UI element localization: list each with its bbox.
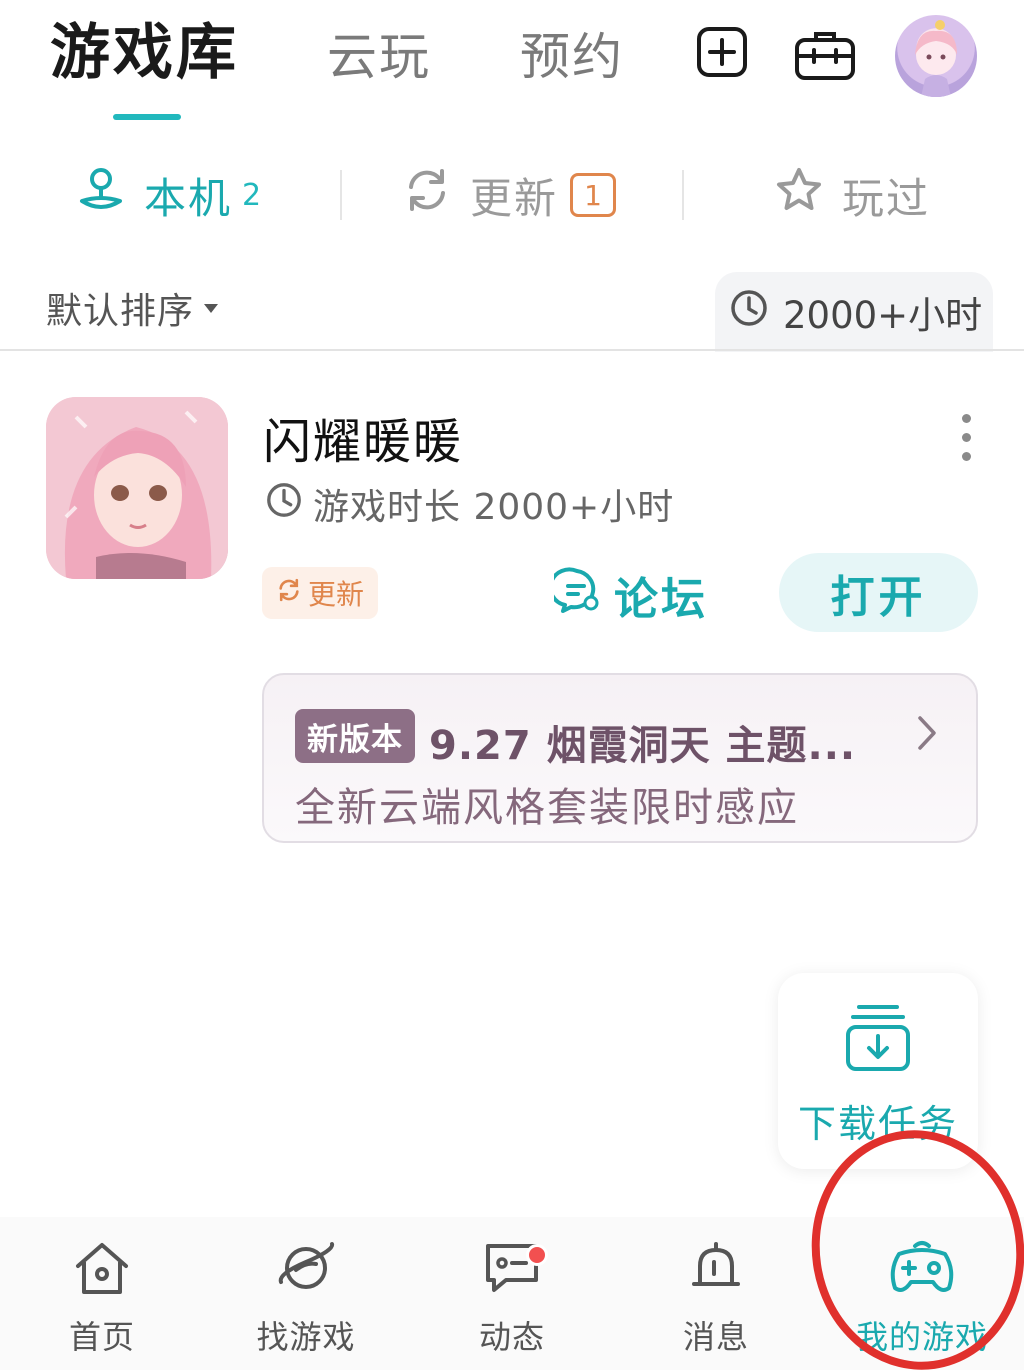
- segment-played-label: 玩过: [842, 173, 931, 223]
- chevron-right-icon: [916, 715, 938, 755]
- local-count: 2: [242, 177, 262, 213]
- segment-played[interactable]: 玩过: [774, 165, 930, 225]
- sort-dropdown[interactable]: 默认排序: [46, 282, 219, 334]
- tab-game-library[interactable]: 游戏库: [50, 18, 239, 88]
- caret-down-icon: [204, 303, 219, 313]
- divider: [682, 170, 684, 220]
- divider: [340, 170, 342, 220]
- refresh-icon: [276, 577, 302, 610]
- update-tag-label: 更新: [307, 578, 364, 611]
- news-title: 9.27 烟霞洞天 主题...: [429, 723, 857, 769]
- tab-cloud-play[interactable]: 云玩: [327, 22, 431, 92]
- news-card[interactable]: 新版本 9.27 烟霞洞天 主题... 全新云端风格套装限时感应: [262, 673, 978, 843]
- update-count-badge: 1: [570, 173, 617, 217]
- bell-icon: [692, 1242, 740, 1286]
- divider: [0, 349, 1024, 351]
- segment-update[interactable]: 更新 1: [402, 165, 617, 225]
- nav-my-games[interactable]: 我的游戏: [842, 1240, 1002, 1358]
- game-title[interactable]: 闪耀暖暖: [263, 402, 463, 472]
- download-task-button[interactable]: 下载任务: [778, 973, 978, 1169]
- nav-find-games-label: 找游戏: [256, 1318, 356, 1356]
- news-tag: 新版本: [295, 709, 415, 763]
- chat-icon: [548, 566, 600, 624]
- nav-messages[interactable]: 消息: [636, 1240, 796, 1358]
- game-icon[interactable]: [46, 397, 228, 579]
- refresh-icon: [402, 165, 452, 225]
- open-button[interactable]: 打开: [779, 553, 978, 632]
- toolbox-icon[interactable]: [794, 30, 856, 86]
- add-icon[interactable]: [696, 26, 748, 82]
- game-playtime: 游戏时长 2000+小时: [265, 478, 674, 530]
- nav-my-games-label: 我的游戏: [855, 1318, 988, 1356]
- download-task-label: 下载任务: [797, 1102, 958, 1146]
- total-playtime-value: 2000+小时: [783, 294, 983, 337]
- gamepad-icon: [890, 1241, 954, 1292]
- nav-home[interactable]: 首页: [22, 1240, 182, 1358]
- segment-local[interactable]: 本机 2: [76, 165, 261, 225]
- nav-home-label: 首页: [68, 1318, 135, 1356]
- nav-feed[interactable]: 动态: [432, 1240, 592, 1358]
- active-tab-indicator: [113, 114, 181, 120]
- planet-icon: [278, 1242, 335, 1289]
- more-options-icon[interactable]: [962, 414, 974, 461]
- star-icon: [774, 165, 824, 225]
- forum-label: 论坛: [614, 574, 708, 625]
- game-playtime-text: 游戏时长 2000+小时: [313, 487, 675, 528]
- notification-dot: [526, 1244, 548, 1266]
- forum-button[interactable]: 论坛: [548, 563, 708, 627]
- sort-label: 默认排序: [46, 291, 195, 332]
- avatar[interactable]: [895, 15, 977, 97]
- download-icon: [845, 1003, 911, 1077]
- segment-update-label: 更新: [470, 173, 559, 223]
- update-tag[interactable]: 更新: [262, 567, 378, 619]
- tab-reservation[interactable]: 预约: [520, 22, 624, 92]
- nav-feed-label: 动态: [478, 1318, 545, 1356]
- news-subtitle: 全新云端风格套装限时感应: [295, 785, 799, 831]
- home-icon: [76, 1243, 128, 1294]
- location-person-icon: [76, 165, 126, 225]
- nav-messages-label: 消息: [682, 1318, 749, 1356]
- clock-icon: [265, 481, 303, 528]
- nav-find-games[interactable]: 找游戏: [226, 1240, 386, 1358]
- segment-local-label: 本机: [144, 173, 233, 223]
- clock-icon: [729, 288, 769, 337]
- total-playtime: 2000+小时: [715, 272, 993, 352]
